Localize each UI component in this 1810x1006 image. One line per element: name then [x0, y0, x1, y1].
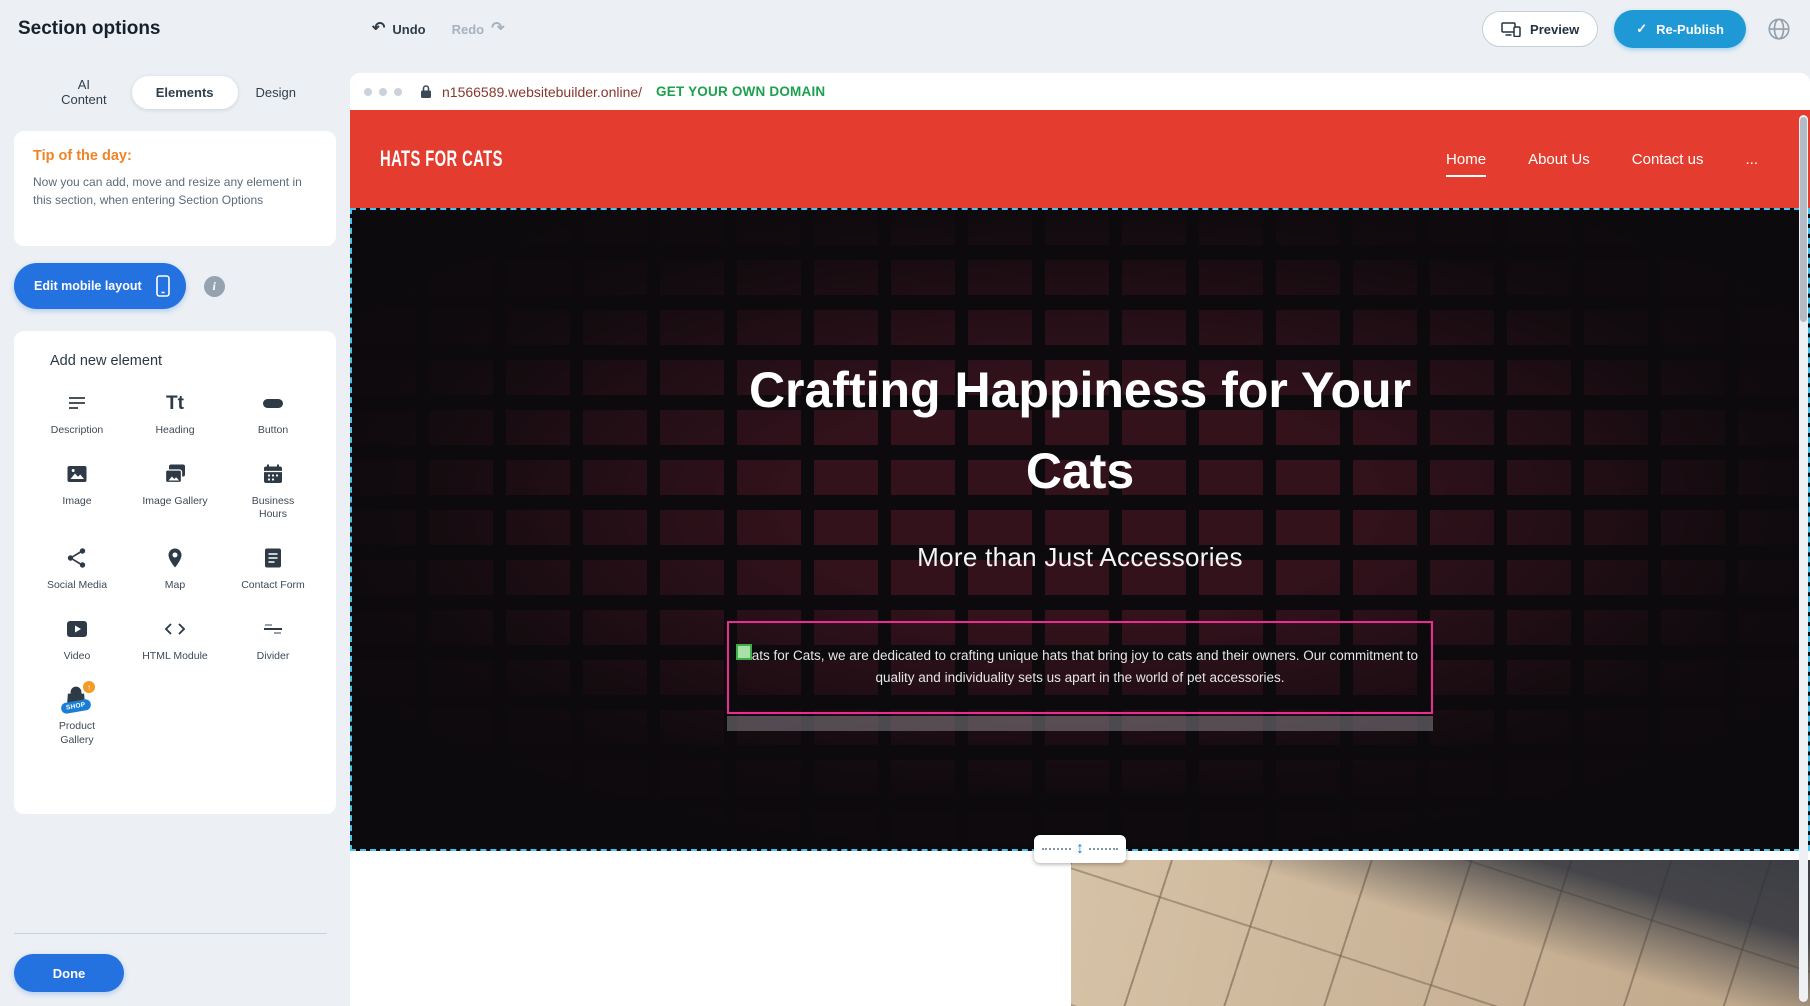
hero-heading[interactable]: Crafting Happiness for Your Cats — [740, 210, 1420, 512]
browser-window: n1566589.websitebuilder.online/ GET YOUR… — [350, 73, 1810, 1006]
heading-icon: Tt — [166, 389, 184, 417]
redo-button[interactable]: Redo ↷ — [452, 21, 505, 37]
section-resize-handle[interactable]: ↕ — [1034, 835, 1126, 863]
element-tile-button[interactable]: Button — [227, 389, 319, 438]
topbar: Section options ↶ Undo Redo ↷ Preview ✓ … — [0, 0, 1810, 58]
republish-button[interactable]: ✓ Re-Publish — [1614, 10, 1746, 48]
element-drag-handle[interactable] — [736, 644, 752, 660]
resize-arrows-icon: ↕ — [1072, 841, 1088, 857]
sidebar-divider — [14, 933, 327, 934]
video-icon — [64, 615, 90, 643]
business-hours-icon — [261, 460, 285, 488]
button-icon — [261, 389, 285, 417]
scrollbar[interactable] — [1799, 115, 1808, 1002]
redo-icon: ↷ — [491, 21, 504, 37]
description-icon — [65, 389, 89, 417]
phone-icon — [156, 275, 170, 297]
hero-content: Crafting Happiness for Your Cats More th… — [352, 210, 1808, 849]
tip-body: Now you can add, move and resize any ele… — [33, 173, 317, 209]
redo-label: Redo — [452, 22, 485, 37]
next-section — [350, 851, 1810, 1006]
tab-ai-content[interactable]: AI Content — [36, 68, 132, 116]
element-tile-business-hours[interactable]: Business Hours — [227, 460, 319, 522]
nav-item-about-us[interactable]: About Us — [1528, 151, 1590, 168]
hero-subheading[interactable]: More than Just Accessories — [352, 542, 1808, 573]
element-tile-html-module[interactable]: HTML Module — [129, 615, 221, 664]
element-tile-map[interactable]: Map — [129, 544, 221, 593]
tip-title: Tip of the day: — [33, 148, 317, 164]
browser-chrome: n1566589.websitebuilder.online/ GET YOUR… — [350, 73, 1810, 110]
nav-more-icon[interactable]: ... — [1745, 151, 1758, 168]
republish-label: Re-Publish — [1656, 22, 1724, 37]
nav-item-contact-us[interactable]: Contact us — [1632, 151, 1704, 168]
sidebar-tabs: AI Content Elements Design — [22, 74, 328, 110]
element-tile-image-gallery[interactable]: Image Gallery — [129, 460, 221, 522]
element-tile-heading[interactable]: Tt Heading — [129, 389, 221, 438]
lock-icon — [420, 84, 432, 99]
preview-label: Preview — [1530, 22, 1579, 37]
window-dots — [364, 88, 402, 96]
floor-tiles-photo — [1071, 860, 1810, 1006]
html-module-icon — [162, 615, 188, 643]
page-title: Section options — [18, 18, 161, 40]
preview-button[interactable]: Preview — [1482, 11, 1598, 47]
undo-button[interactable]: ↶ Undo — [372, 21, 426, 37]
check-icon: ✓ — [1636, 21, 1647, 37]
upgrade-badge-icon: ↑ — [83, 681, 95, 693]
site-viewport: HATS FOR CATS Home About Us Contact us .… — [350, 110, 1810, 1006]
topbar-actions: Preview ✓ Re-Publish — [1482, 10, 1810, 48]
product-gallery-icon: ↑ SHOP — [59, 685, 95, 713]
undo-icon: ↶ — [372, 21, 385, 37]
devices-icon — [1501, 22, 1521, 37]
image-icon — [64, 460, 90, 488]
history-controls: ↶ Undo Redo ↷ — [372, 0, 505, 58]
mobile-layout-row: Edit mobile layout i — [14, 263, 336, 309]
ghost-element-strip — [727, 716, 1433, 731]
tab-design[interactable]: Design — [238, 76, 314, 109]
tab-elements[interactable]: Elements — [132, 76, 238, 109]
undo-label: Undo — [392, 22, 425, 37]
edit-mobile-layout-button[interactable]: Edit mobile layout — [14, 263, 186, 309]
selected-text-element[interactable]: Hats for Cats, we are dedicated to craft… — [727, 621, 1433, 714]
add-element-title: Add new element — [50, 353, 322, 369]
language-globe-icon[interactable] — [1762, 12, 1796, 46]
get-domain-link[interactable]: GET YOUR OWN DOMAIN — [656, 84, 825, 99]
tip-card: Tip of the day: Now you can add, move an… — [14, 131, 336, 246]
contact-form-icon — [261, 544, 285, 572]
hero-section[interactable]: Crafting Happiness for Your Cats More th… — [350, 208, 1810, 851]
window-dot — [394, 88, 402, 96]
sidebar: AI Content Elements Design Tip of the da… — [0, 58, 350, 1006]
hero-description: Hats for Cats, we are dedicated to craft… — [741, 645, 1419, 690]
element-tile-description[interactable]: Description — [31, 389, 123, 438]
divider-icon — [261, 615, 285, 643]
element-tile-video[interactable]: Video — [31, 615, 123, 664]
add-element-card: Add new element Description Tt Heading — [14, 331, 336, 814]
element-tile-social-media[interactable]: Social Media — [31, 544, 123, 593]
window-dot — [379, 88, 387, 96]
element-tile-product-gallery[interactable]: ↑ SHOP Product Gallery — [31, 685, 123, 747]
element-tile-divider[interactable]: Divider — [227, 615, 319, 664]
element-tile-image[interactable]: Image — [31, 460, 123, 522]
site-nav: Home About Us Contact us ... — [1446, 151, 1758, 168]
map-icon — [163, 544, 187, 572]
edit-mobile-layout-label: Edit mobile layout — [34, 279, 142, 293]
info-icon[interactable]: i — [204, 276, 225, 297]
done-button[interactable]: Done — [14, 954, 124, 992]
nav-item-home[interactable]: Home — [1446, 151, 1486, 168]
element-grid: Description Tt Heading Button Ima — [28, 389, 322, 747]
element-tile-contact-form[interactable]: Contact Form — [227, 544, 319, 593]
social-media-icon — [65, 544, 89, 572]
window-dot — [364, 88, 372, 96]
site-header: HATS FOR CATS Home About Us Contact us .… — [350, 110, 1810, 208]
url-text: n1566589.websitebuilder.online/ — [442, 84, 642, 100]
scrollbar-thumb[interactable] — [1800, 117, 1807, 322]
site-logo[interactable]: HATS FOR CATS — [380, 146, 503, 172]
image-gallery-icon — [162, 460, 188, 488]
